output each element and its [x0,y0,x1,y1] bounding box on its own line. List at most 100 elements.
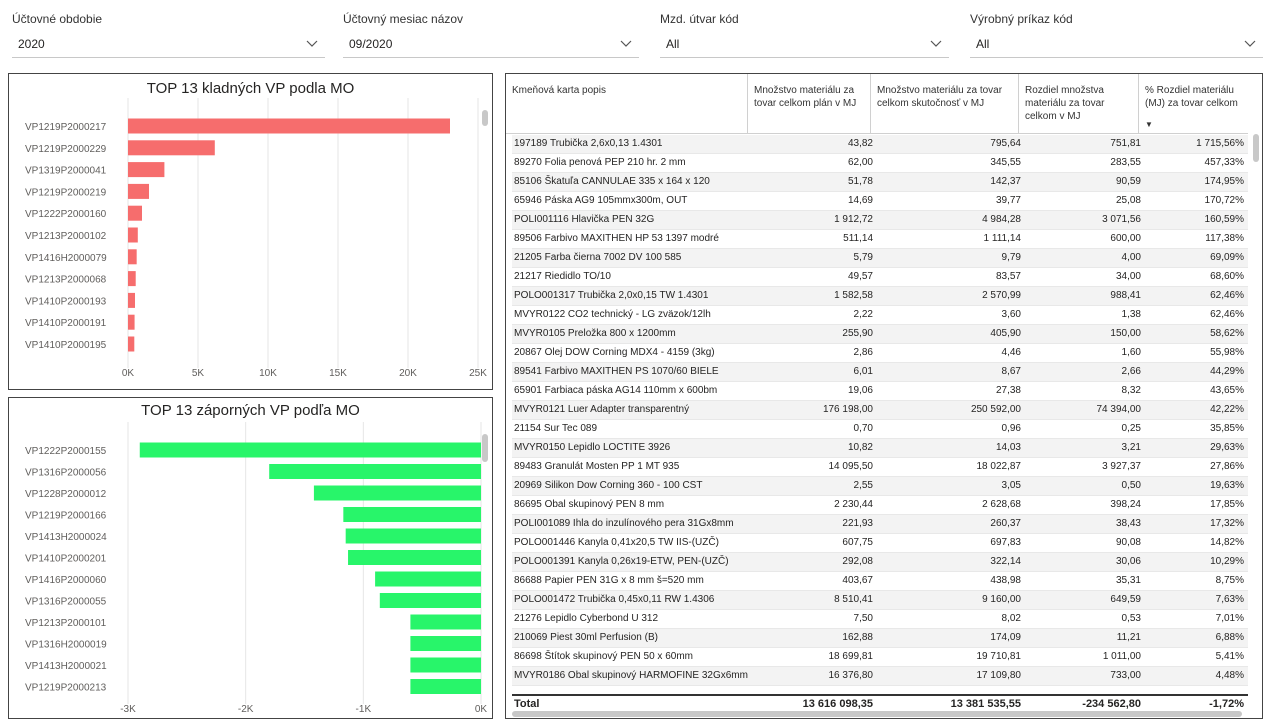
table-row[interactable]: MVYR0122 CO2 technický - LG zväzok/12lh 2… [512,306,1248,325]
table-row[interactable]: 89270 Folia penová PEP 210 hr. 2 mm 62,00… [512,154,1248,173]
table-row[interactable]: 210069 Piest 30ml Perfusion (B) 162,88 174… [512,629,1248,648]
bar[interactable] [128,227,138,243]
table-horizontal-scrollbar[interactable] [512,711,1242,717]
table-row[interactable]: 86698 Štítok skupinový PEN 50 x 60mm 18 6… [512,648,1248,667]
x-tick-label: 0K [475,704,488,715]
cell-value: 8,32 [1121,385,1141,396]
x-tick-label: -3K [120,704,136,715]
cell-value: 19,06 [847,385,873,396]
cell-value: 9,79 [1001,252,1021,263]
bar[interactable] [348,550,481,565]
bar[interactable] [313,485,481,501]
bar[interactable] [343,507,481,522]
table-row[interactable]: POLI001116 Hlavička PEN 32G 1 912,72 4 984… [512,211,1248,230]
bar[interactable] [375,571,481,587]
cell-value: 7,01% [1215,613,1244,624]
table-row[interactable]: 86695 Obal skupinový PEN 8 mm 2 230,44 2 6… [512,496,1248,515]
table-row[interactable]: 89541 Farbivo MAXITHEN PS 1070/60 BIELE 6… [512,363,1248,382]
cell-description: 197189 Trubička 2,6x0,13 1.4301 [514,138,663,149]
column-header[interactable]: Množstvo materiálu za tovar celkom skuto… [871,74,1019,133]
cell-description: 86698 Štítok skupinový PEN 50 x 60mm [514,651,693,662]
bar[interactable] [128,162,165,178]
chart-scrollbar[interactable] [482,110,488,360]
bar[interactable] [345,528,481,544]
x-tick-label: 0K [122,368,135,379]
table-row[interactable]: POLO001391 Kanyla 0,26x19-ETW, PEN-(UZČ)… [512,553,1248,572]
category-label: VP1219P2000219 [25,187,107,198]
slicer-vyrobny: Výrobný príkaz kód All [970,8,1263,58]
column-header[interactable]: Kmeňová karta popis [506,74,748,133]
bar[interactable] [128,205,142,221]
table-row[interactable]: 89506 Farbivo MAXITHEN HP 53 1397 modré 5… [512,230,1248,249]
slicer-title: Mzd. útvar kód [660,12,739,26]
cell-value: 1 912,72 [834,214,873,225]
table-row[interactable]: 86688 Papier PEN 31G x 8 mm š=520 mm 403,… [512,572,1248,591]
bar[interactable] [128,140,215,156]
x-tick-label: -1K [356,704,372,715]
table-row[interactable]: 21217 Riedidlo TO/10 49,57 83,57 34,00 68,60… [512,268,1248,287]
bar[interactable] [410,636,481,651]
table-row[interactable]: MVYR0186 Obal skupinový HARMOFINE 32Gx6m… [512,667,1248,686]
bar[interactable] [128,118,450,134]
cell-value: 174,95% [1204,176,1244,187]
slicer-value: All [976,36,990,51]
table-row[interactable]: MVYR0121 Luer Adapter transparentný 176 1… [512,401,1248,420]
slicer-mesiac: Účtovný mesiac názov 09/2020 [343,8,639,58]
bar[interactable] [410,614,481,630]
bar[interactable] [128,249,137,265]
table-row[interactable]: MVYR0150 Lepidlo LOCTITE 3926 10,82 14,03 3… [512,439,1248,458]
table-row[interactable]: 21154 Sur Tec 089 0,70 0,96 0,25 35,85% [512,420,1248,439]
column-header-sorted[interactable]: % Rozdiel materiálu (MJ) za tovar celkom… [1139,74,1248,133]
scroll-thumb[interactable] [482,110,488,126]
table-row[interactable]: 65946 Páska AG9 105mmx300m, OUT 14,69 39,7… [512,192,1248,211]
cell-value: 988,41 [1110,290,1141,301]
bar[interactable] [128,271,136,287]
table-row[interactable]: 65901 Farbiaca páska AG14 110mm x 600bm 1… [512,382,1248,401]
cell-value: 4,48% [1215,670,1244,681]
cell-value: 8,02 [1001,613,1021,624]
table-row[interactable]: 85106 Škatuľa CANNULAE 335 x 164 x 120 51… [512,173,1248,192]
table-row[interactable]: 89483 Granulát Mosten PP 1 MT 935 14 095,… [512,458,1248,477]
bar[interactable] [139,442,481,458]
scroll-thumb[interactable] [1253,134,1259,162]
table-row[interactable]: 21205 Farba čierna 7002 DV 100 585 5,79 9,… [512,249,1248,268]
cell-value: 19,63% [1210,480,1244,491]
cell-value: 7,50 [853,613,873,624]
table-row[interactable]: 20867 Olej DOW Corning MDX4 - 4159 (3kg)… [512,344,1248,363]
cell-value: 18 022,87 [976,461,1022,472]
category-label: VP1316H2000019 [25,640,107,651]
table-row[interactable]: 197189 Trubička 2,6x0,13 1.4301 43,82 795,… [512,135,1248,154]
cell-value: 174,09 [990,632,1021,643]
cell-description: 86695 Obal skupinový PEN 8 mm [514,499,665,510]
bar[interactable] [128,314,135,330]
cell-value: 2 628,68 [982,499,1021,510]
table-vertical-scrollbar[interactable] [1252,134,1260,694]
table-row[interactable]: 20969 Silikon Dow Corning 360 - 100 CST 2… [512,477,1248,496]
slicer-dropdown[interactable]: 2020 [12,30,325,58]
bar[interactable] [128,292,135,308]
category-label: VP1410P2000201 [25,554,107,565]
table-row[interactable]: POLI001089 Ihla do inzulínového pera 31G… [512,515,1248,534]
bar[interactable] [128,183,149,199]
chart-scrollbar[interactable] [482,434,488,684]
slicer-dropdown[interactable]: 09/2020 [343,30,639,58]
slicer-dropdown[interactable]: All [660,30,949,58]
bar[interactable] [410,657,481,673]
table-row[interactable]: POLO001446 Kanyla 0,41x20,5 TW IIS-(UZČ)… [512,534,1248,553]
scroll-thumb[interactable] [482,434,488,462]
cell-value: 51,78 [847,176,873,187]
bar[interactable] [410,679,481,694]
slicer-dropdown[interactable]: All [970,30,1263,58]
column-header[interactable]: Rozdiel množstva materiálu za tovar celk… [1019,74,1139,133]
bar[interactable] [128,336,135,352]
table-header: Kmeňová karta popis Množstvo materiálu z… [506,74,1248,134]
table-row[interactable]: 21276 Lepidlo Cyberbond U 312 7,50 8,02 0,5… [512,610,1248,629]
table-row[interactable]: MVYR0105 Preložka 800 x 1200mm 255,90 405,… [512,325,1248,344]
table-row[interactable]: POLO001472 Trubička 0,45x0,11 RW 1.4306 8… [512,591,1248,610]
column-header[interactable]: Množstvo materiálu za tovar celkom plán … [748,74,871,133]
bar[interactable] [269,464,481,479]
cell-value: 160,59% [1204,214,1244,225]
table-row[interactable]: POLO001317 Trubička 2,0x0,15 TW 1.4301 1 … [512,287,1248,306]
cell-value: 511,14 [843,233,873,244]
bar[interactable] [379,593,481,608]
